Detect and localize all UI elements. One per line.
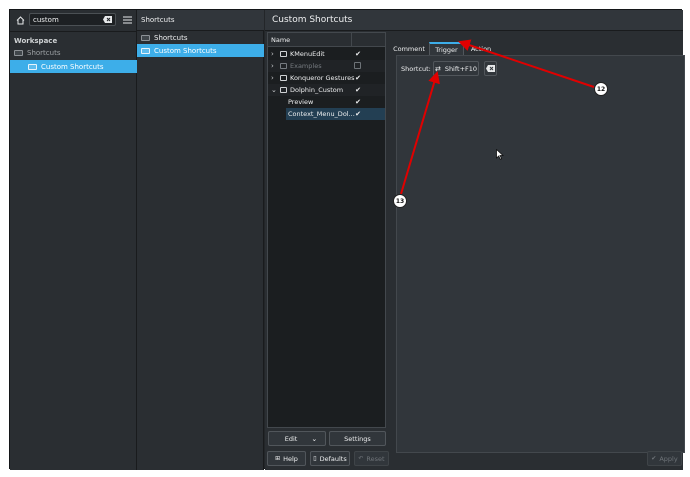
tree-row-label: Examples [290, 62, 322, 70]
folder-icon [280, 75, 287, 81]
tree-row-label: Dolphin_Custom [290, 86, 344, 94]
category-item-label: Custom Shortcuts [154, 46, 217, 55]
settings-button[interactable]: Settings [329, 431, 386, 446]
home-icon[interactable] [14, 14, 26, 26]
reset-button-label: Reset [366, 454, 385, 463]
sidebar-item-shortcuts[interactable]: Shortcuts [14, 46, 134, 59]
sidebar-item-label: Custom Shortcuts [41, 62, 104, 71]
keyboard-icon [28, 63, 37, 70]
annotation-callout: 13 [393, 194, 407, 208]
tree-row-label: Konqueror Gestures [290, 74, 355, 82]
sidebar-item-label: Shortcuts [27, 48, 61, 57]
keyboard-icon [141, 34, 150, 41]
hamburger-menu-icon[interactable] [121, 14, 133, 26]
tab-action[interactable]: Action [466, 42, 496, 55]
category-item-custom-shortcuts[interactable]: Custom Shortcuts [137, 44, 264, 57]
page-title: Custom Shortcuts [265, 10, 683, 31]
tree-column-separator [351, 33, 352, 47]
tab-label: Action [470, 44, 492, 53]
mouse-cursor-icon [496, 149, 504, 160]
checkmark-icon[interactable]: ✔ [354, 86, 362, 94]
search-input[interactable] [33, 15, 99, 24]
actions-tree[interactable]: Name › KMenuEdit ✔ › Examples › Konquero… [267, 32, 386, 428]
search-field[interactable] [29, 13, 116, 26]
section-title: Workspace [14, 37, 58, 45]
keyboard-icon [141, 47, 150, 54]
help-button[interactable]: ⊞ Help [267, 451, 306, 466]
tab-label: Trigger [435, 45, 458, 54]
edit-button-label: Edit [284, 434, 298, 443]
chevron-right-icon[interactable]: › [271, 50, 277, 58]
key-swap-icon: ⇄ [434, 64, 441, 73]
unchecked-box-icon[interactable] [354, 62, 361, 69]
tree-row[interactable]: ⌄ Dolphin_Custom ✔ [268, 84, 385, 96]
main-panel: Custom Shortcuts Name › KMenuEdit ✔ › Ex… [265, 10, 685, 470]
keyboard-icon [14, 49, 23, 56]
defaults-button-label: Defaults [319, 454, 347, 463]
shortcut-value: Shift+F10 [444, 64, 478, 73]
backspace-icon [486, 65, 495, 72]
chevron-down-icon: ⌄ [311, 434, 318, 443]
system-settings-window: Workspace Shortcuts Custom Shortcuts Sho… [9, 9, 685, 470]
sidebar-item-custom-shortcuts[interactable]: Custom Shortcuts [10, 60, 137, 73]
category-item-shortcuts[interactable]: Shortcuts [137, 31, 264, 44]
folder-icon [280, 51, 287, 57]
tree-row-label: KMenuEdit [290, 50, 325, 58]
apply-button[interactable]: ✔ Apply [647, 451, 682, 466]
shortcut-button[interactable]: ⇄ Shift+F10 [433, 61, 479, 76]
reset-button[interactable]: ↶ Reset [354, 451, 389, 466]
tree-column-name: Name [271, 36, 291, 44]
checkmark-icon[interactable]: ✔ [354, 74, 362, 82]
apply-button-label: Apply [659, 454, 678, 463]
clear-search-icon[interactable] [103, 16, 112, 23]
chevron-right-icon[interactable]: › [271, 62, 277, 70]
chevron-right-icon[interactable]: › [271, 74, 277, 82]
folder-open-icon [280, 87, 287, 93]
tab-label: Comment [393, 44, 425, 53]
tree-row[interactable]: › Konqueror Gestures ✔ [268, 72, 385, 84]
clear-shortcut-button[interactable] [484, 61, 497, 76]
tree-row-label: Context_Menu_Dol... [288, 110, 355, 118]
checkmark-icon: ✔ [651, 455, 657, 462]
tree-row-selected[interactable]: Context_Menu_Dol... ✔ [286, 108, 385, 120]
category-item-label: Shortcuts [154, 33, 188, 42]
chevron-down-icon[interactable]: ⌄ [271, 86, 277, 94]
tab-comment[interactable]: Comment [391, 42, 427, 55]
checkmark-icon[interactable]: ✔ [354, 110, 362, 118]
edit-button[interactable]: Edit ⌄ [268, 431, 326, 446]
annotation-callout: 12 [594, 82, 608, 96]
tree-row[interactable]: › KMenuEdit ✔ [268, 48, 385, 60]
category-column: Shortcuts Shortcuts Custom Shortcuts [137, 10, 264, 470]
undo-icon: ↶ [358, 455, 364, 462]
defaults-button[interactable]: ▯ Defaults [310, 451, 350, 466]
tab-trigger[interactable]: Trigger [429, 42, 464, 55]
help-icon: ⊞ [275, 455, 281, 462]
document-icon: ▯ [313, 455, 317, 462]
tree-header: Name [268, 33, 385, 47]
sidebar-divider [10, 31, 137, 32]
help-button-label: Help [283, 454, 298, 463]
category-header: Shortcuts [137, 10, 264, 31]
tree-row[interactable]: › Examples [268, 60, 385, 72]
sidebar: Workspace Shortcuts Custom Shortcuts [10, 10, 137, 470]
tree-row[interactable]: Preview ✔ [268, 96, 385, 108]
folder-icon [280, 63, 287, 69]
settings-button-label: Settings [344, 434, 371, 443]
tree-row-label: Preview [288, 98, 314, 106]
checkmark-icon[interactable]: ✔ [354, 98, 362, 106]
shortcut-label: Shortcut: [401, 65, 431, 73]
checkmark-icon[interactable]: ✔ [354, 50, 362, 58]
trigger-panel: Shortcut: ⇄ Shift+F10 [396, 55, 685, 453]
